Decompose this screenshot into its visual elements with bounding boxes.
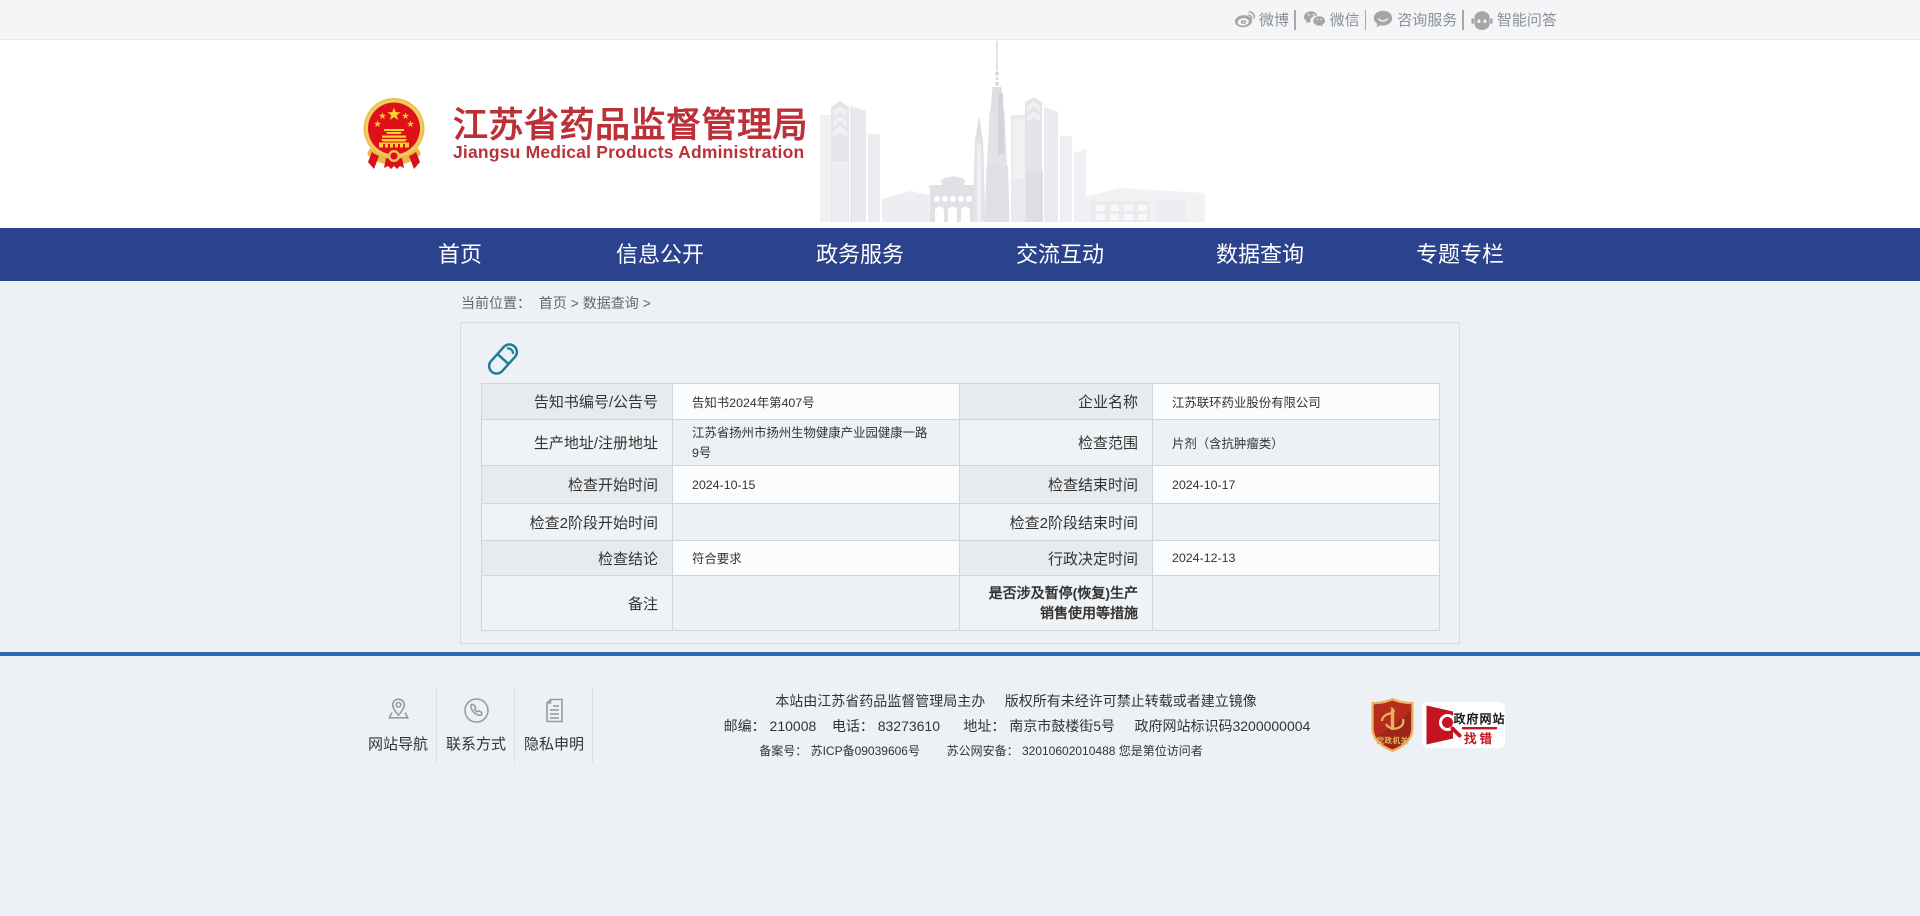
svg-text:党政机关: 党政机关 — [1376, 735, 1408, 745]
svg-text:找错: 找错 — [1464, 731, 1495, 746]
svg-text:政府网站: 政府网站 — [1453, 711, 1505, 726]
